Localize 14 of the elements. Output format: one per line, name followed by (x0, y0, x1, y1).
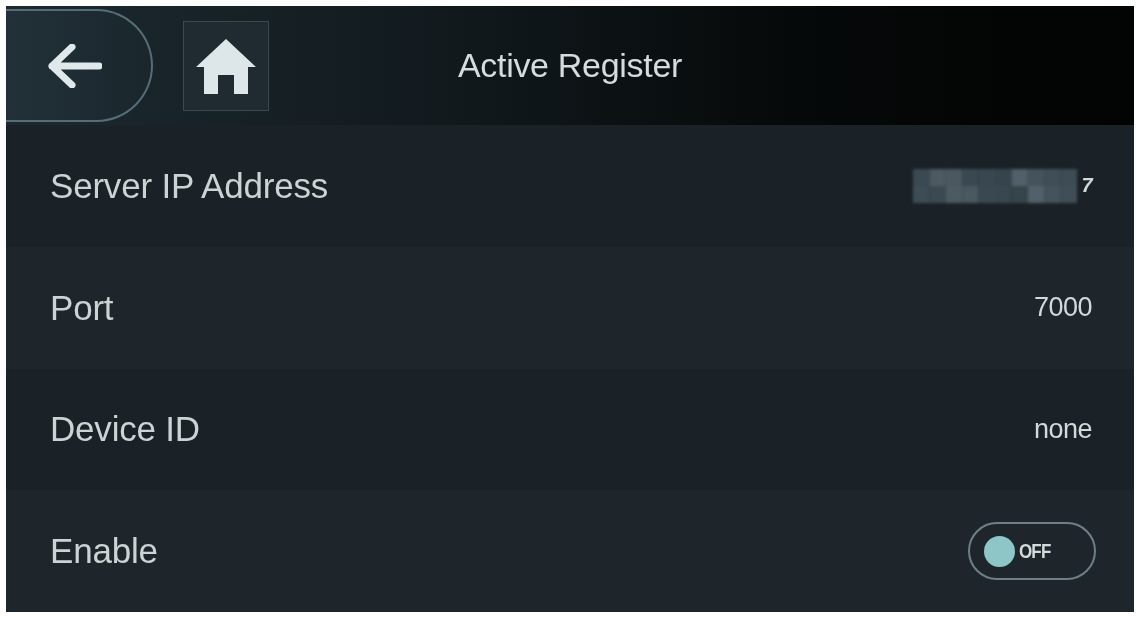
page-title: Active Register (457, 46, 683, 85)
setting-value: none (1033, 413, 1092, 445)
back-button[interactable] (6, 9, 153, 122)
home-icon (194, 36, 258, 95)
setting-label: Device ID (50, 409, 200, 450)
setting-value: 7000 (1033, 292, 1092, 324)
home-button[interactable] (183, 20, 269, 111)
setting-value: 7 (1081, 174, 1092, 198)
toggle-switch[interactable]: OFF (968, 522, 1096, 581)
setting-label: Enable (50, 531, 158, 572)
setting-label: Server IP Address (50, 165, 329, 206)
back-arrow-icon (48, 43, 102, 88)
toggle-knob-icon (984, 535, 1015, 567)
setting-label: Port (50, 287, 114, 328)
